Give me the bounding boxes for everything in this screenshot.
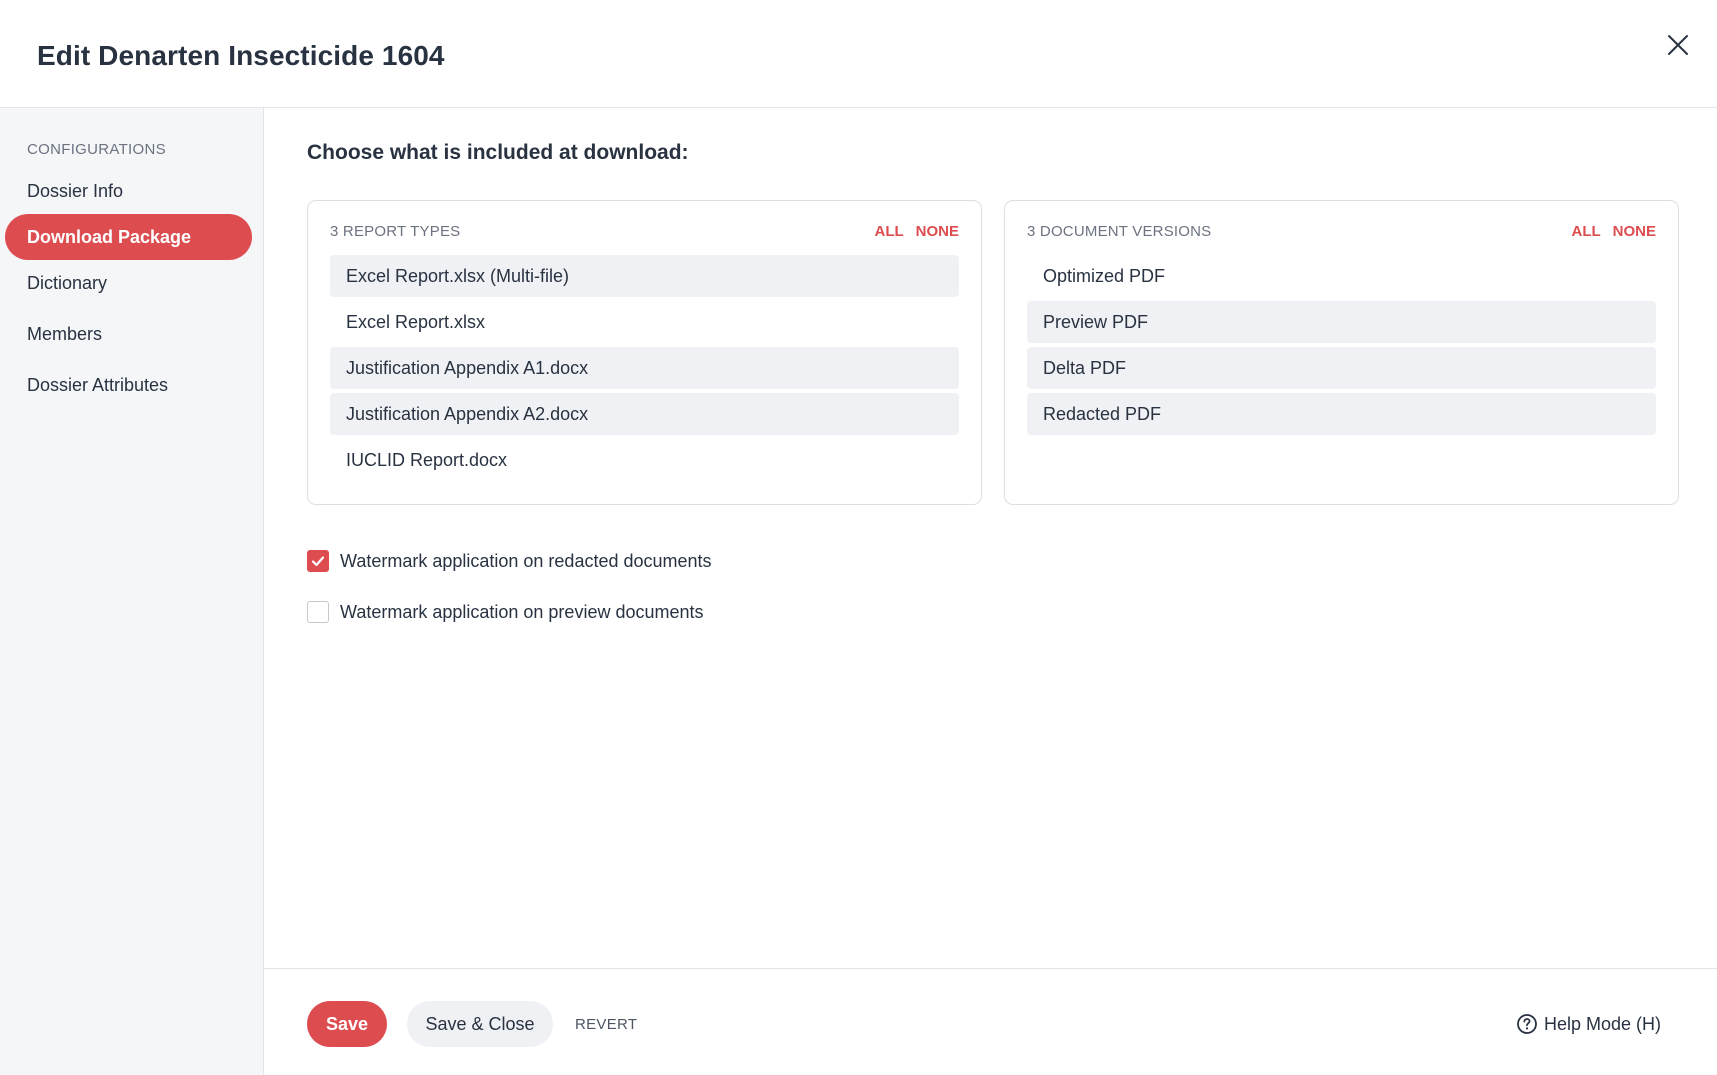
report-type-item[interactable]: Justification Appendix A2.docx bbox=[330, 393, 959, 435]
sidebar-item-dossier-info[interactable]: Dossier Info bbox=[5, 168, 252, 214]
document-versions-panel: 3 DOCUMENT VERSIONS ALL NONE Optimized P… bbox=[1004, 200, 1679, 505]
report-types-heading: 3 REPORT TYPES bbox=[330, 223, 461, 240]
save-button[interactable]: Save bbox=[307, 1001, 387, 1047]
dialog-header: Edit Denarten Insecticide 1604 bbox=[0, 0, 1717, 108]
help-circle-icon bbox=[1517, 1014, 1537, 1034]
report-types-none-button[interactable]: NONE bbox=[916, 223, 959, 240]
watermark-redacted-label: Watermark application on redacted docume… bbox=[340, 550, 712, 571]
help-mode-label: Help Mode (H) bbox=[1543, 1013, 1661, 1034]
checkmark-icon bbox=[311, 556, 325, 567]
dialog-title: Edit Denarten Insecticide 1604 bbox=[37, 40, 445, 71]
document-versions-list: Optimized PDF Preview PDF Delta PDF Reda… bbox=[1027, 255, 1656, 439]
close-button[interactable] bbox=[1663, 30, 1693, 60]
section-title: Choose what is included at download: bbox=[307, 141, 689, 164]
report-types-actions: ALL NONE bbox=[874, 223, 959, 240]
watermark-preview-label: Watermark application on preview documen… bbox=[340, 601, 704, 622]
main-content: Choose what is included at download: 3 R… bbox=[264, 108, 1717, 968]
edit-dossier-dialog: Edit Denarten Insecticide 1604 CONFIGURA… bbox=[0, 0, 1717, 1075]
document-version-item[interactable]: Optimized PDF bbox=[1027, 255, 1656, 297]
report-type-item[interactable]: Excel Report.xlsx bbox=[330, 301, 959, 343]
report-type-item[interactable]: Excel Report.xlsx (Multi-file) bbox=[330, 255, 959, 297]
watermark-redacted-checkbox[interactable] bbox=[307, 550, 329, 572]
document-versions-all-button[interactable]: ALL bbox=[1571, 223, 1600, 240]
help-mode-button[interactable]: Help Mode (H) bbox=[1516, 1001, 1661, 1047]
watermark-preview-option[interactable]: Watermark application on preview documen… bbox=[307, 601, 704, 623]
watermark-preview-checkbox[interactable] bbox=[307, 601, 329, 623]
document-version-item[interactable]: Delta PDF bbox=[1027, 347, 1656, 389]
revert-button[interactable]: REVERT bbox=[575, 1001, 637, 1047]
document-version-item[interactable]: Redacted PDF bbox=[1027, 393, 1656, 435]
report-type-item[interactable]: Justification Appendix A1.docx bbox=[330, 347, 959, 389]
sidebar: CONFIGURATIONS Dossier Info Download Pac… bbox=[0, 108, 264, 1075]
dialog-footer: Save Save & Close REVERT Help Mode (H) bbox=[264, 968, 1717, 1075]
close-icon bbox=[1668, 35, 1688, 55]
watermark-redacted-option[interactable]: Watermark application on redacted docume… bbox=[307, 550, 712, 572]
report-types-all-button[interactable]: ALL bbox=[874, 223, 903, 240]
sidebar-heading: CONFIGURATIONS bbox=[27, 141, 166, 158]
report-types-list: Excel Report.xlsx (Multi-file) Excel Rep… bbox=[330, 255, 959, 485]
document-versions-none-button[interactable]: NONE bbox=[1613, 223, 1656, 240]
document-versions-actions: ALL NONE bbox=[1571, 223, 1656, 240]
save-and-close-button[interactable]: Save & Close bbox=[407, 1001, 553, 1047]
document-version-item[interactable]: Preview PDF bbox=[1027, 301, 1656, 343]
sidebar-item-dictionary[interactable]: Dictionary bbox=[5, 260, 252, 306]
report-type-item[interactable]: IUCLID Report.docx bbox=[330, 439, 959, 481]
sidebar-item-download-package[interactable]: Download Package bbox=[5, 214, 252, 260]
sidebar-item-dossier-attributes[interactable]: Dossier Attributes bbox=[5, 362, 252, 408]
sidebar-item-members[interactable]: Members bbox=[5, 311, 252, 357]
document-versions-heading: 3 DOCUMENT VERSIONS bbox=[1027, 223, 1212, 240]
report-types-panel: 3 REPORT TYPES ALL NONE Excel Report.xls… bbox=[307, 200, 982, 505]
